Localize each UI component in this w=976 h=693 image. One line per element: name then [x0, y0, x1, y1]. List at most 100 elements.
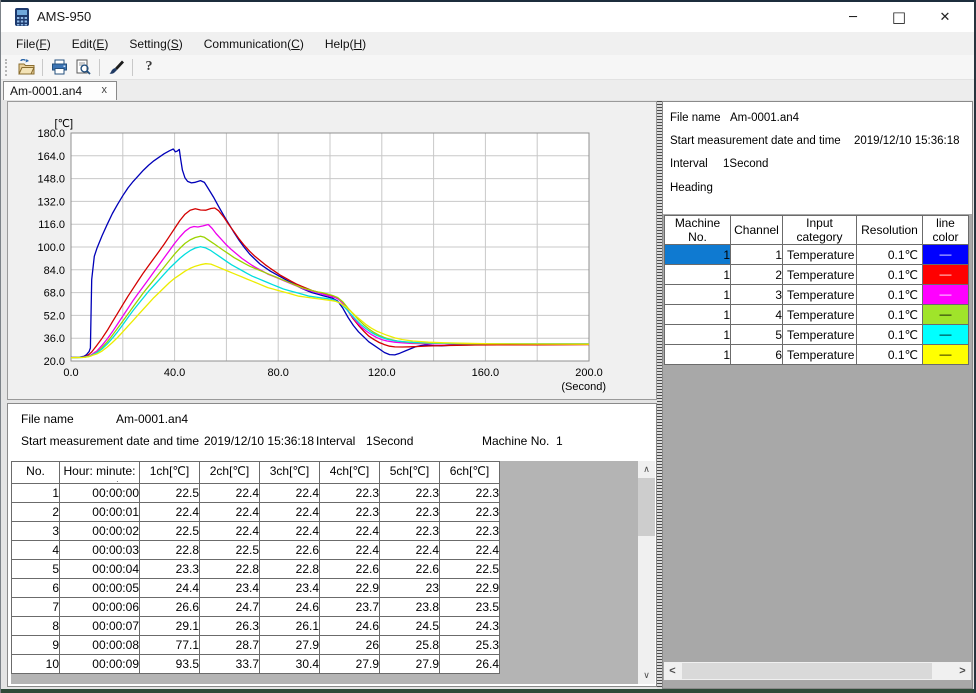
menu-file[interactable]: File(F) — [16, 37, 51, 51]
value-cell[interactable]: 22.9 — [320, 579, 380, 598]
line-color-swatch[interactable]: — — [923, 285, 969, 305]
line-color-swatch[interactable]: — — [923, 345, 969, 365]
channel-cell[interactable]: 3 — [731, 285, 783, 305]
scroll-right-icon[interactable]: > — [954, 662, 971, 680]
value-cell[interactable]: 22.8 — [260, 560, 320, 579]
machine-no-cell[interactable]: 1 — [665, 285, 731, 305]
value-cell[interactable]: 23 — [380, 579, 440, 598]
resolution-cell[interactable]: 0.1℃ — [857, 325, 923, 345]
value-cell[interactable]: 23.7 — [320, 598, 380, 617]
help-button[interactable]: ? — [137, 57, 161, 78]
measurement-row[interactable]: 200:00:0122.422.422.422.322.322.3 — [12, 503, 500, 522]
value-cell[interactable]: 25.3 — [440, 636, 500, 655]
channel-row[interactable]: 13Temperature0.1℃— — [665, 285, 969, 305]
row-no-cell[interactable]: 9 — [12, 636, 60, 655]
row-no-cell[interactable]: 1 — [12, 484, 60, 503]
value-cell[interactable]: 29.1 — [140, 617, 200, 636]
value-cell[interactable]: 22.4 — [200, 484, 260, 503]
value-cell[interactable]: 22.3 — [440, 503, 500, 522]
value-cell[interactable]: 22.4 — [320, 522, 380, 541]
horizontal-scrollbar[interactable]: < > — [664, 662, 971, 680]
value-cell[interactable]: 30.4 — [260, 655, 320, 674]
scroll-up-icon[interactable]: ∧ — [638, 461, 655, 478]
value-cell[interactable]: 22.3 — [440, 522, 500, 541]
measurement-row[interactable]: 700:00:0626.624.724.623.723.823.5 — [12, 598, 500, 617]
value-cell[interactable]: 22.3 — [320, 503, 380, 522]
value-cell[interactable]: 22.5 — [200, 541, 260, 560]
machine-no-cell[interactable]: 1 — [665, 325, 731, 345]
value-cell[interactable]: 24.4 — [140, 579, 200, 598]
input-category-cell[interactable]: Temperature — [783, 245, 857, 265]
value-cell[interactable]: 26.1 — [260, 617, 320, 636]
resolution-cell[interactable]: 0.1℃ — [857, 245, 923, 265]
value-cell[interactable]: 22.4 — [200, 503, 260, 522]
value-cell[interactable]: 27.9 — [260, 636, 320, 655]
value-cell[interactable]: 22.8 — [140, 541, 200, 560]
value-cell[interactable]: 22.4 — [140, 503, 200, 522]
value-cell[interactable]: 22.6 — [380, 560, 440, 579]
menu-setting[interactable]: Setting(S) — [129, 37, 182, 51]
input-category-cell[interactable]: Temperature — [783, 305, 857, 325]
row-no-cell[interactable]: 8 — [12, 617, 60, 636]
value-cell[interactable]: 24.6 — [320, 617, 380, 636]
value-cell[interactable]: 23.3 — [140, 560, 200, 579]
channel-row[interactable]: 16Temperature0.1℃— — [665, 345, 969, 365]
value-cell[interactable]: 22.3 — [380, 522, 440, 541]
measurement-row[interactable]: 800:00:0729.126.326.124.624.524.3 — [12, 617, 500, 636]
value-cell[interactable]: 22.3 — [320, 484, 380, 503]
machine-no-cell[interactable]: 1 — [665, 245, 731, 265]
time-cell[interactable]: 00:00:01 — [60, 503, 140, 522]
value-cell[interactable]: 22.4 — [440, 541, 500, 560]
value-cell[interactable]: 24.3 — [440, 617, 500, 636]
input-category-cell[interactable]: Temperature — [783, 345, 857, 365]
time-cell[interactable]: 00:00:05 — [60, 579, 140, 598]
measurement-row[interactable]: 600:00:0524.423.423.422.92322.9 — [12, 579, 500, 598]
value-cell[interactable]: 24.5 — [380, 617, 440, 636]
value-cell[interactable]: 26 — [320, 636, 380, 655]
scroll-down-icon[interactable]: ∨ — [638, 667, 655, 684]
value-cell[interactable]: 22.4 — [260, 503, 320, 522]
time-cell[interactable]: 00:00:08 — [60, 636, 140, 655]
value-cell[interactable]: 22.5 — [140, 522, 200, 541]
input-category-cell[interactable]: Temperature — [783, 265, 857, 285]
value-cell[interactable]: 22.3 — [380, 484, 440, 503]
print-preview-button[interactable] — [71, 57, 95, 78]
menu-help[interactable]: Help(H) — [325, 37, 366, 51]
line-color-swatch[interactable]: — — [923, 265, 969, 285]
measurement-row[interactable]: 900:00:0877.128.727.92625.825.3 — [12, 636, 500, 655]
time-cell[interactable]: 00:00:07 — [60, 617, 140, 636]
scrollbar-thumb[interactable] — [682, 663, 932, 679]
value-cell[interactable]: 27.9 — [380, 655, 440, 674]
value-cell[interactable]: 26.4 — [440, 655, 500, 674]
time-cell[interactable]: 00:00:04 — [60, 560, 140, 579]
row-no-cell[interactable]: 5 — [12, 560, 60, 579]
value-cell[interactable]: 22.4 — [200, 522, 260, 541]
resolution-cell[interactable]: 0.1℃ — [857, 305, 923, 325]
measurement-row[interactable]: 100:00:0022.522.422.422.322.322.3 — [12, 484, 500, 503]
channel-row[interactable]: 12Temperature0.1℃— — [665, 265, 969, 285]
tab-am0001[interactable]: Am-0001.an4 x — [3, 81, 117, 100]
channel-cell[interactable]: 1 — [731, 245, 783, 265]
channel-cell[interactable]: 4 — [731, 305, 783, 325]
value-cell[interactable]: 25.8 — [380, 636, 440, 655]
maximize-button[interactable]: □ — [888, 8, 910, 26]
machine-no-cell[interactable]: 1 — [665, 265, 731, 285]
measurement-row[interactable]: 1000:00:0993.533.730.427.927.926.4 — [12, 655, 500, 674]
value-cell[interactable]: 28.7 — [200, 636, 260, 655]
channel-row[interactable]: 15Temperature0.1℃— — [665, 325, 969, 345]
open-file-button[interactable] — [14, 57, 38, 78]
value-cell[interactable]: 22.5 — [440, 560, 500, 579]
value-cell[interactable]: 22.6 — [260, 541, 320, 560]
value-cell[interactable]: 22.5 — [140, 484, 200, 503]
time-cell[interactable]: 00:00:02 — [60, 522, 140, 541]
value-cell[interactable]: 24.6 — [260, 598, 320, 617]
measurement-row[interactable]: 400:00:0322.822.522.622.422.422.4 — [12, 541, 500, 560]
time-cell[interactable]: 00:00:06 — [60, 598, 140, 617]
menu-edit[interactable]: Edit(E) — [72, 37, 109, 51]
channel-cell[interactable]: 6 — [731, 345, 783, 365]
vertical-scrollbar[interactable]: ∧ ∨ — [638, 461, 655, 684]
time-cell[interactable]: 00:00:09 — [60, 655, 140, 674]
tab-close-icon[interactable]: x — [102, 84, 108, 96]
value-cell[interactable]: 26.3 — [200, 617, 260, 636]
channel-row[interactable]: 11Temperature0.1℃— — [665, 245, 969, 265]
